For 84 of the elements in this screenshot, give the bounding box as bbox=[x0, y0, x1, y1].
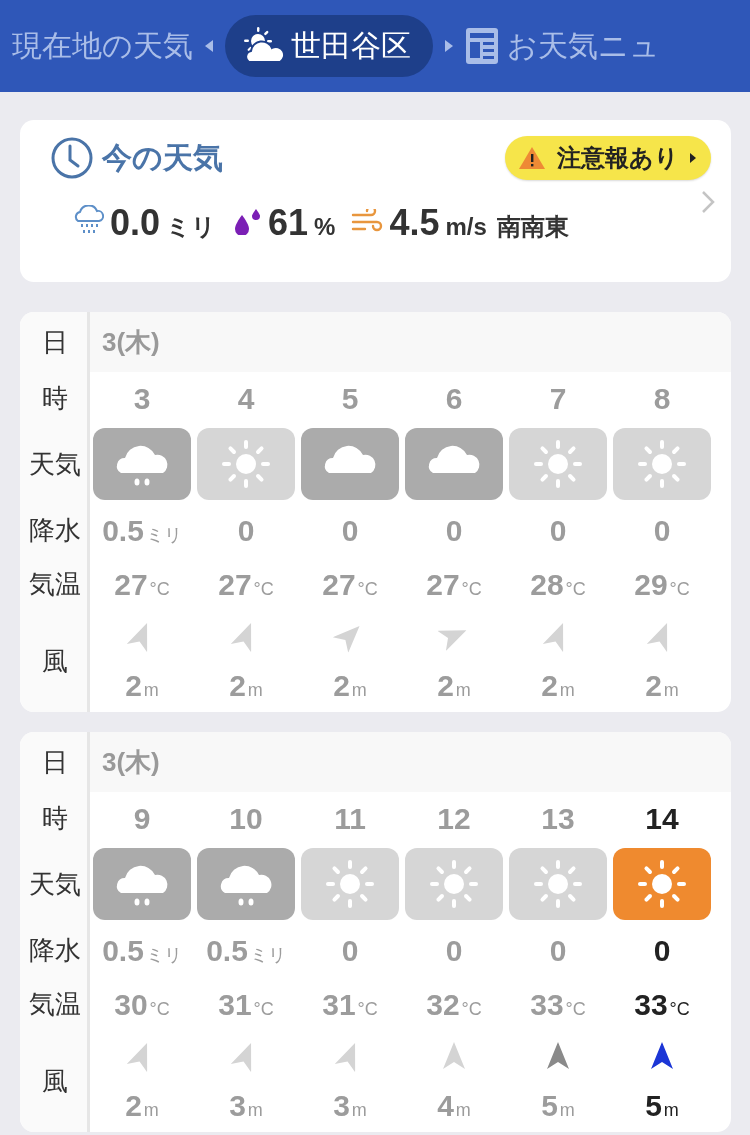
wind-speed-value: 2 m bbox=[125, 1088, 159, 1123]
row-label: 降水 bbox=[28, 934, 82, 967]
location-tab[interactable]: お天気ニュ bbox=[465, 25, 660, 67]
precipitation-value: 0 bbox=[341, 513, 359, 548]
wind-speed-value: 3 m bbox=[229, 1088, 263, 1123]
hour-label: 9 bbox=[133, 801, 151, 836]
row-label: 天気 bbox=[28, 447, 82, 481]
wind-speed-value: 5 m bbox=[645, 1088, 679, 1123]
wind-speed-value: 2 m bbox=[645, 668, 679, 703]
temperature-value: 31°C bbox=[322, 987, 378, 1022]
date-label: 3(木) bbox=[102, 745, 161, 779]
hour-label: 13 bbox=[541, 801, 575, 836]
precipitation-value: 0 bbox=[237, 513, 255, 548]
hour-label: 4 bbox=[237, 381, 255, 416]
hour-label: 14 bbox=[645, 801, 679, 836]
hour-label: 5 bbox=[341, 381, 359, 416]
row-label: 日 bbox=[41, 745, 69, 779]
row-label: 時 bbox=[41, 802, 69, 835]
wind-speed-value: 3 m bbox=[333, 1088, 367, 1123]
rain-icon bbox=[72, 205, 104, 235]
hour-label: 3 bbox=[133, 381, 151, 416]
hour-label: 12 bbox=[437, 801, 471, 836]
humidity-value: 61 bbox=[268, 202, 309, 244]
precipitation-value: 0 bbox=[445, 933, 463, 968]
current-weather-card[interactable]: 今の天気 注意報あり 0.0 ミリ 61 % 4.5 m/s 南南東 bbox=[20, 120, 731, 282]
chevron-right-icon bbox=[701, 190, 715, 214]
temperature-value: 31°C bbox=[218, 987, 274, 1022]
temperature-value: 27°C bbox=[114, 567, 170, 602]
precipitation-value: 0.5 ミリ bbox=[102, 513, 182, 548]
row-label: 風 bbox=[41, 1065, 69, 1098]
wind-speed-value: 2 m bbox=[125, 668, 159, 703]
precipitation-value: 0.0 bbox=[110, 202, 161, 244]
date-label: 3(木) bbox=[102, 325, 161, 359]
temperature-value: 32°C bbox=[426, 987, 482, 1022]
newspaper-icon bbox=[465, 26, 501, 66]
precipitation-value: 0 bbox=[653, 513, 671, 548]
temperature-value: 27°C bbox=[426, 567, 482, 602]
row-label: 気温 bbox=[28, 568, 82, 601]
wind-speed-value: 4.5 bbox=[389, 202, 440, 244]
row-label: 天気 bbox=[28, 867, 82, 901]
row-label: 日 bbox=[41, 325, 69, 359]
wind-speed-value: 4m bbox=[437, 1088, 471, 1123]
location-tab[interactable]: 現在地の天気 bbox=[12, 25, 193, 67]
temperature-value: 29°C bbox=[634, 567, 690, 602]
temperature-value: 33°C bbox=[634, 987, 690, 1022]
hour-label: 10 bbox=[229, 801, 263, 836]
precipitation-unit: ミリ bbox=[166, 212, 217, 242]
temperature-value: 30°C bbox=[114, 987, 170, 1022]
wind-speed-unit: m/s bbox=[445, 213, 487, 241]
precipitation-value: 0 bbox=[653, 933, 671, 968]
temperature-value: 27°C bbox=[322, 567, 378, 602]
precipitation-value: 0.5 ミリ bbox=[206, 933, 286, 968]
wind-speed-value: 2 m bbox=[229, 668, 263, 703]
precipitation-value: 0 bbox=[445, 513, 463, 548]
precipitation-value: 0 bbox=[341, 933, 359, 968]
row-label: 気温 bbox=[28, 988, 82, 1021]
precipitation-value: 0 bbox=[549, 513, 567, 548]
wind-direction-text: 南南東 bbox=[496, 212, 569, 242]
alert-badge[interactable]: 注意報あり bbox=[505, 136, 711, 180]
row-label: 時 bbox=[41, 382, 69, 415]
caret-icon bbox=[689, 152, 697, 164]
hour-label: 11 bbox=[334, 801, 366, 836]
wind-speed-value: 5 m bbox=[541, 1088, 575, 1123]
hour-label: 8 bbox=[653, 381, 671, 416]
temperature-value: 28°C bbox=[530, 567, 586, 602]
temperature-value: 27°C bbox=[218, 567, 274, 602]
precipitation-value: 0 bbox=[549, 933, 567, 968]
card-title: 今の天気 bbox=[102, 139, 223, 176]
row-label: 降水 bbox=[28, 514, 82, 547]
precipitation-value: 0.5 ミリ bbox=[102, 933, 182, 968]
wind-speed-value: 2 m bbox=[333, 668, 367, 703]
row-label: 風 bbox=[41, 645, 69, 678]
humidity-drops-icon bbox=[232, 207, 263, 235]
hour-label: 6 bbox=[445, 381, 463, 416]
next-arrow-icon[interactable] bbox=[443, 38, 455, 54]
location-tab[interactable]: 世田谷区 bbox=[225, 15, 433, 77]
wind-speed-value: 2 m bbox=[541, 668, 575, 703]
wind-speed-value: 2 m bbox=[437, 668, 471, 703]
clock-icon bbox=[50, 136, 94, 180]
previous-arrow-icon[interactable] bbox=[203, 38, 215, 54]
temperature-value: 33°C bbox=[530, 987, 586, 1022]
hour-label: 7 bbox=[549, 381, 567, 416]
warning-icon bbox=[517, 145, 547, 171]
humidity-unit: % bbox=[314, 213, 336, 241]
